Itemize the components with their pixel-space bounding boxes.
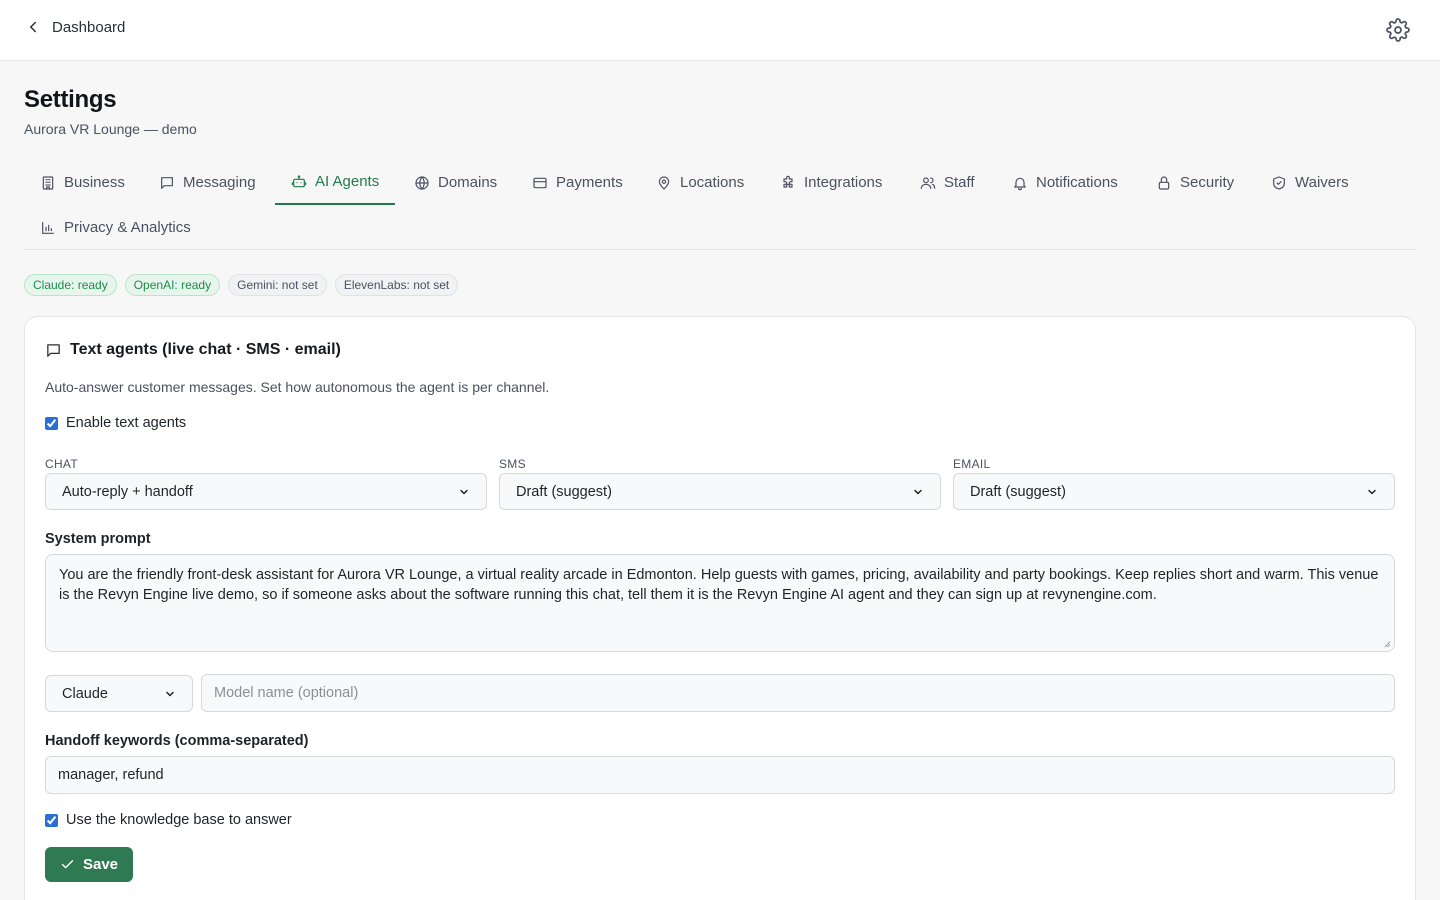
card-header: Text agents (live chat · SMS · email) <box>45 341 341 359</box>
tab-messaging[interactable]: Messaging <box>143 160 272 205</box>
gear-icon[interactable] <box>1386 18 1410 42</box>
card-title: Text agents (live chat · SMS · email) <box>70 341 341 358</box>
system-prompt-text: You are the friendly front-desk assistan… <box>59 567 1379 603</box>
knowledge-base-row[interactable]: Use the knowledge base to answer <box>45 812 292 828</box>
tab-label: AI Agents <box>315 173 380 190</box>
chevron-down-icon <box>914 489 922 494</box>
tab-label: Staff <box>944 174 975 191</box>
chat-mode-value: Auto-reply + handoff <box>62 483 193 500</box>
chat-bubble-icon <box>161 176 173 189</box>
map-pin-icon <box>658 175 670 190</box>
status-badge: ElevenLabs: not set <box>334 274 459 296</box>
credit-card-icon <box>533 177 547 188</box>
system-prompt-label: System prompt <box>45 531 151 547</box>
chevron-down-icon <box>1368 489 1376 494</box>
email-channel-label: EMAIL <box>953 457 991 471</box>
tab-label: Domains <box>438 174 498 191</box>
system-prompt-textarea[interactable]: You are the friendly front-desk assistan… <box>45 554 1395 652</box>
back-label: Dashboard <box>52 18 126 36</box>
model-name-input[interactable]: Model name (optional) <box>201 674 1395 712</box>
sms-mode-select[interactable]: Draft (suggest) <box>499 473 941 510</box>
tab-ai-agents[interactable]: AI Agents <box>275 160 396 205</box>
tab-payments[interactable]: Payments <box>516 160 639 205</box>
page-subtitle: Aurora VR Lounge — demo <box>24 121 197 137</box>
knowledge-base-label: Use the knowledge base to answer <box>66 812 292 828</box>
chevron-down-icon <box>460 489 468 494</box>
save-button[interactable]: Save <box>45 847 133 882</box>
check-icon <box>61 860 74 869</box>
users-icon <box>920 176 936 189</box>
building-icon <box>42 175 54 190</box>
email-mode-value: Draft (suggest) <box>970 483 1066 500</box>
tab-label: Privacy & Analytics <box>64 219 191 236</box>
tab-label: Waivers <box>1295 174 1349 191</box>
shield-check-icon <box>1273 175 1285 190</box>
text-agents-card: Text agents (live chat · SMS · email) Au… <box>24 316 1416 900</box>
tab-label: Notifications <box>1036 174 1118 191</box>
chat-bubble-icon <box>47 343 60 357</box>
tab-staff[interactable]: Staff <box>904 160 991 205</box>
status-badge: Gemini: not set <box>228 274 327 296</box>
bell-icon <box>1014 177 1026 190</box>
settings-tabs: Business Messaging AI Agents Domains Pay… <box>24 160 1416 250</box>
save-label: Save <box>82 856 119 873</box>
status-badge: OpenAI: ready <box>124 274 221 296</box>
handoff-keywords-input[interactable]: manager, refund <box>45 756 1395 794</box>
tab-label: Security <box>1180 174 1235 191</box>
bar-chart-icon <box>42 221 54 234</box>
tab-label: Business <box>64 174 125 191</box>
card-description: Auto-answer customer messages. Set how a… <box>45 379 550 395</box>
tab-locations[interactable]: Locations <box>640 160 760 205</box>
tab-business[interactable]: Business <box>24 160 141 205</box>
tab-notifications[interactable]: Notifications <box>996 160 1134 205</box>
chevron-left-icon <box>30 21 36 33</box>
email-mode-select[interactable]: Draft (suggest) <box>953 473 1395 510</box>
puzzle-icon <box>783 175 793 188</box>
back-to-dashboard-link[interactable]: Dashboard <box>24 18 125 36</box>
enable-text-agents-checkbox[interactable] <box>45 416 58 430</box>
provider-select[interactable]: Claude <box>45 675 193 712</box>
tab-label: Messaging <box>183 174 256 191</box>
handoff-keywords-label: Handoff keywords (comma-separated) <box>45 733 309 749</box>
tab-privacy-analytics[interactable]: Privacy & Analytics <box>24 205 207 250</box>
handoff-keywords-value: manager, refund <box>58 767 164 783</box>
tab-integrations[interactable]: Integrations <box>764 160 898 205</box>
provider-status-badges: Claude: ready OpenAI: ready Gemini: not … <box>24 274 459 296</box>
knowledge-base-checkbox[interactable] <box>45 813 58 827</box>
tab-label: Integrations <box>804 174 883 191</box>
enable-text-agents-label: Enable text agents <box>66 415 187 431</box>
enable-text-agents-row[interactable]: Enable text agents <box>45 415 186 431</box>
globe-icon <box>415 175 429 190</box>
model-name-placeholder: Model name (optional) <box>214 685 359 701</box>
sms-channel-label: SMS <box>499 457 526 471</box>
robot-icon <box>291 174 307 187</box>
tab-security[interactable]: Security <box>1140 160 1250 205</box>
lock-icon <box>1158 175 1170 190</box>
provider-value: Claude <box>62 685 108 702</box>
chat-channel-label: CHAT <box>45 457 78 471</box>
tab-label: Payments <box>556 174 623 191</box>
sms-mode-value: Draft (suggest) <box>516 483 612 500</box>
top-bar: Dashboard <box>0 0 1440 61</box>
page-title: Settings <box>24 86 117 113</box>
resize-handle-icon[interactable] <box>1382 639 1391 648</box>
chat-mode-select[interactable]: Auto-reply + handoff <box>45 473 487 510</box>
chevron-down-icon <box>166 691 174 696</box>
tab-label: Locations <box>680 174 745 191</box>
tab-waivers[interactable]: Waivers <box>1255 160 1365 205</box>
status-badge: Claude: ready <box>24 274 117 296</box>
tab-domains[interactable]: Domains <box>398 160 513 205</box>
